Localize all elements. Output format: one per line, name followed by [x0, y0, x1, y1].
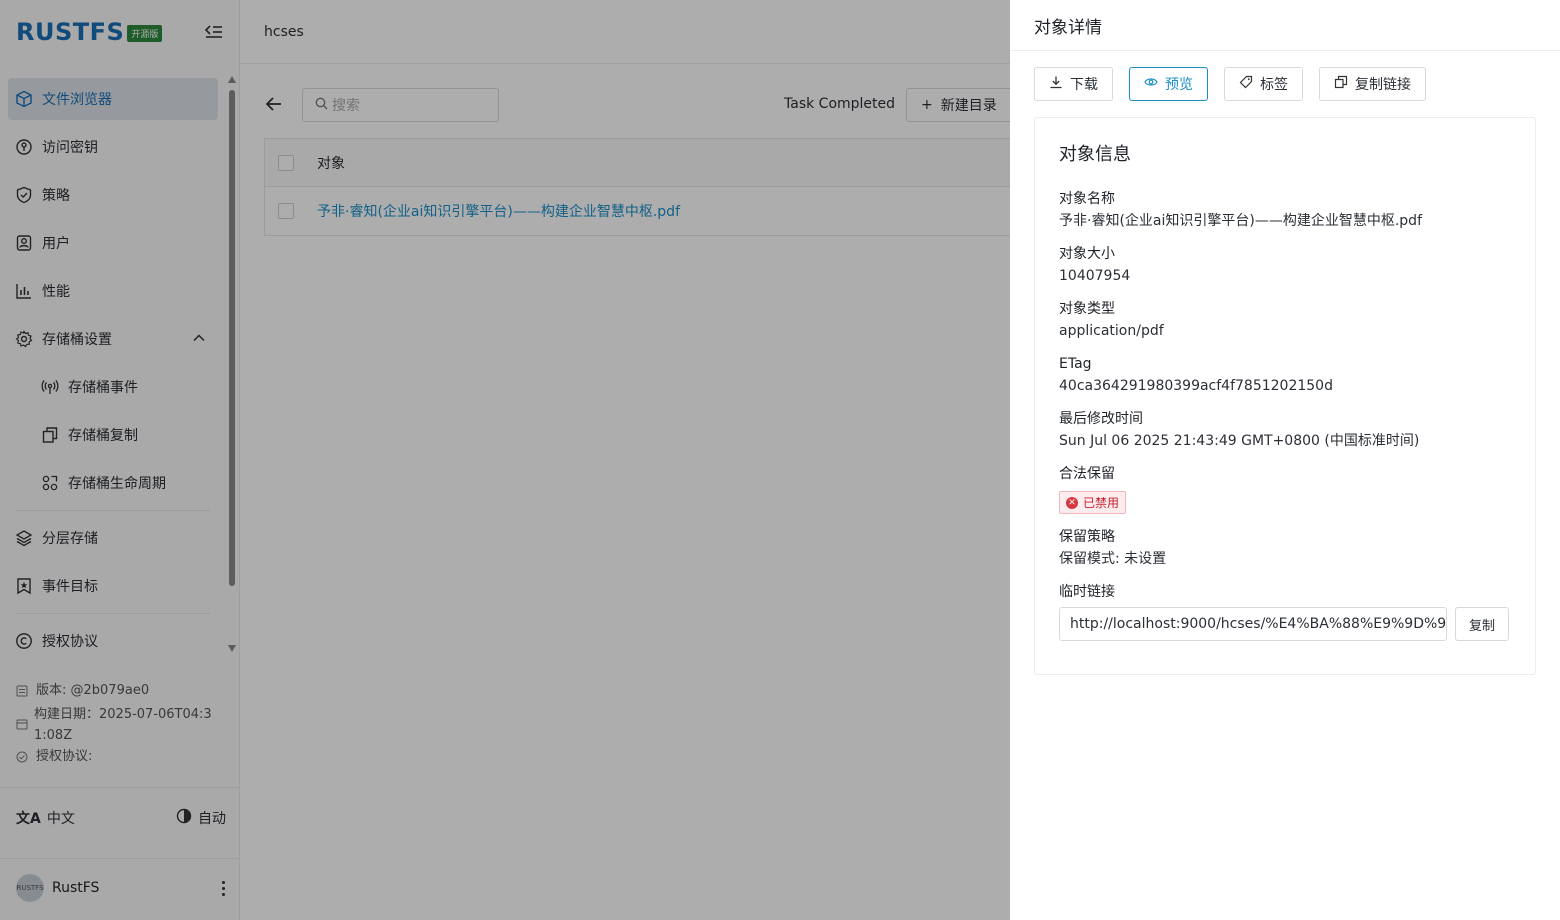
temp-link-field: 临时链接 http://localhost:9000/hcses/%E4%BA%…: [1059, 583, 1511, 641]
field-label: 合法保留: [1059, 466, 1115, 482]
eye-icon: [1144, 75, 1158, 93]
preview-button[interactable]: 预览: [1129, 67, 1208, 101]
object-type-field: 对象类型 application/pdf: [1059, 300, 1511, 341]
legal-hold-field: 合法保留 ✕ 已禁用: [1059, 465, 1511, 514]
last-modified-field: 最后修改时间 Sun Jul 06 2025 21:43:49 GMT+0800…: [1059, 410, 1511, 451]
copy-button[interactable]: 复制: [1455, 607, 1510, 641]
tags-label: 标签: [1260, 77, 1288, 93]
field-label: 对象名称: [1059, 191, 1115, 207]
legal-hold-value: 已禁用: [1083, 496, 1120, 510]
object-size-value: 10407954: [1059, 268, 1131, 284]
tags-button[interactable]: 标签: [1224, 67, 1303, 101]
retention-field: 保留策略 保留模式: 未设置: [1059, 528, 1511, 569]
download-label: 下载: [1070, 77, 1098, 93]
object-name-field: 对象名称 予非·睿知(企业ai知识引擎平台)——构建企业智慧中枢.pdf: [1059, 190, 1511, 231]
field-label: 临时链接: [1059, 584, 1115, 600]
download-button[interactable]: 下载: [1034, 67, 1113, 101]
last-modified-value: Sun Jul 06 2025 21:43:49 GMT+0800 (中国标准时…: [1059, 433, 1420, 449]
object-size-field: 对象大小 10407954: [1059, 245, 1511, 286]
download-icon: [1049, 75, 1063, 93]
field-label: 保留策略: [1059, 529, 1115, 545]
etag-value: 40ca364291980399acf4f7851202150d: [1059, 378, 1333, 394]
drawer-title: 对象详情: [1010, 0, 1560, 51]
close-circle-icon: ✕: [1066, 496, 1078, 509]
status-badge: ✕ 已禁用: [1059, 491, 1127, 514]
copy-link-label: 复制链接: [1355, 77, 1411, 93]
etag-field: ETag 40ca364291980399acf4f7851202150d: [1059, 355, 1511, 396]
object-info-card: 对象信息 对象名称 予非·睿知(企业ai知识引擎平台)——构建企业智慧中枢.pd…: [1034, 117, 1536, 675]
temp-link-row: http://localhost:9000/hcses/%E4%BA%88%E9…: [1059, 607, 1511, 641]
temp-link-input[interactable]: http://localhost:9000/hcses/%E4%BA%88%E9…: [1059, 607, 1447, 641]
tag-icon: [1239, 75, 1253, 93]
card-title: 对象信息: [1059, 144, 1131, 165]
field-label: ETag: [1059, 356, 1092, 372]
preview-label: 预览: [1165, 77, 1193, 93]
field-label: 对象大小: [1059, 246, 1115, 262]
copy-icon: [1334, 75, 1348, 93]
object-name-value: 予非·睿知(企业ai知识引擎平台)——构建企业智慧中枢.pdf: [1059, 213, 1422, 229]
field-label: 最后修改时间: [1059, 411, 1143, 427]
object-type-value: application/pdf: [1059, 323, 1164, 339]
drawer-actions: 下载 预览 标签 复制链接: [1034, 67, 1426, 101]
field-label: 对象类型: [1059, 301, 1115, 317]
copy-link-button[interactable]: 复制链接: [1319, 67, 1426, 101]
object-details-drawer: 对象详情 下载 预览 标签 复制链接 对象信息 对象名称 予非·睿知(企业ai知…: [1010, 0, 1560, 920]
retention-value: 保留模式: 未设置: [1059, 551, 1167, 567]
